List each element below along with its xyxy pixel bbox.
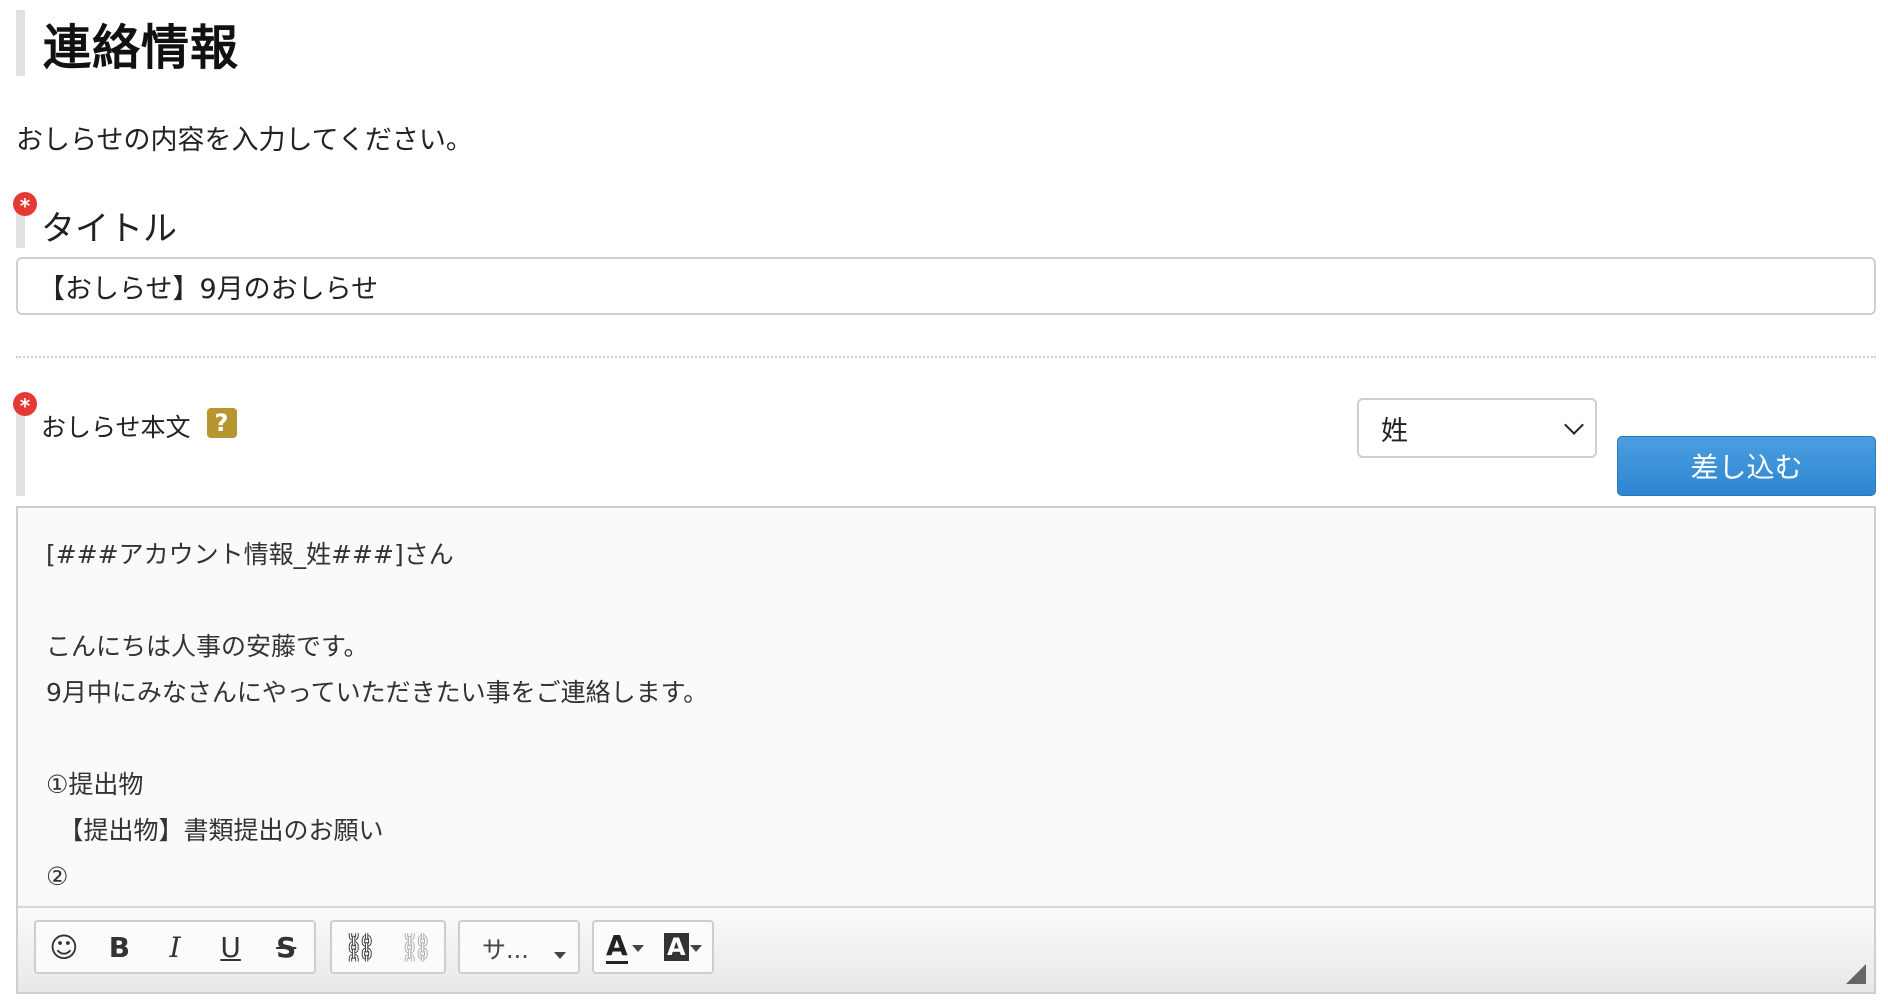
- editor-line: 9月中にみなさんにやっていただきたい事をご連絡します。: [46, 678, 709, 707]
- text-color-button[interactable]: A: [594, 922, 652, 972]
- strikethrough-button[interactable]: S: [258, 922, 314, 972]
- editor-line: ①提出物: [46, 770, 144, 799]
- caret-down-icon: [690, 945, 702, 952]
- insert-button[interactable]: 差し込む: [1617, 436, 1876, 496]
- body-label-text: おしらせ本文: [41, 413, 191, 442]
- editor-line: [###アカウント情報_姓###]さん: [46, 540, 454, 569]
- text-color-icon: A: [606, 928, 628, 964]
- color-button-group: A A: [592, 920, 714, 974]
- required-icon: *: [13, 192, 37, 218]
- background-color-icon: A: [664, 933, 689, 961]
- link-icon[interactable]: ⛓: [332, 922, 388, 972]
- editor-content[interactable]: [###アカウント情報_姓###]さん こんにちは人事の安藤です。 9月中にみな…: [18, 508, 1874, 910]
- resize-grip-icon[interactable]: [1846, 964, 1866, 984]
- editor-toolbar: ☺ B I U S ⛓ ⛓ サ... A A: [18, 906, 1874, 992]
- underline-button[interactable]: U: [203, 922, 259, 972]
- chevron-down-icon: [1564, 415, 1584, 435]
- help-icon[interactable]: ?: [206, 408, 237, 438]
- editor-line: ②: [46, 862, 69, 891]
- page-heading: 連絡情報: [16, 10, 239, 76]
- merge-field-select[interactable]: 姓: [1357, 398, 1597, 458]
- italic-button[interactable]: I: [147, 922, 203, 972]
- title-input[interactable]: [16, 257, 1876, 315]
- divider: [16, 356, 1876, 358]
- editor-line: こんにちは人事の安藤です。: [46, 632, 369, 661]
- font-select[interactable]: サ...: [458, 920, 580, 974]
- intro-text: おしらせの内容を入力してください。: [16, 125, 473, 156]
- body-label: * おしらせ本文 ?: [13, 392, 237, 496]
- page-title: 連絡情報: [43, 20, 240, 76]
- background-color-button[interactable]: A: [652, 922, 710, 972]
- merge-field-value: 姓: [1381, 415, 1408, 447]
- required-icon: *: [13, 392, 37, 418]
- emoji-icon[interactable]: ☺: [36, 922, 92, 972]
- unlink-icon[interactable]: ⛓: [388, 922, 444, 972]
- caret-down-icon: [554, 951, 566, 959]
- title-label-text: タイトル: [41, 208, 177, 249]
- caret-down-icon: [632, 945, 644, 952]
- rich-text-editor[interactable]: [###アカウント情報_姓###]さん こんにちは人事の安藤です。 9月中にみな…: [16, 506, 1876, 994]
- link-button-group: ⛓ ⛓: [330, 920, 446, 974]
- title-label: * タイトル: [13, 192, 177, 249]
- format-button-group: ☺ B I U S: [34, 920, 316, 974]
- bold-button[interactable]: B: [92, 922, 148, 972]
- font-select-value: サ...: [482, 935, 529, 964]
- editor-line: 【提出物】書類提出のお願い: [46, 816, 384, 845]
